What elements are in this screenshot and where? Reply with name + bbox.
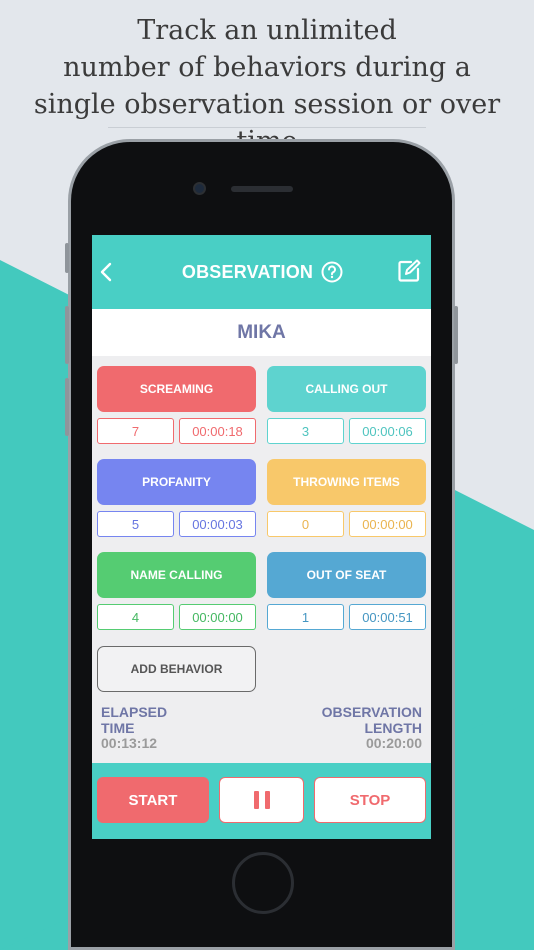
- behavior-duration: 00:00:03: [179, 511, 256, 537]
- volume-up-button: [65, 306, 69, 364]
- behavior-duration: 00:00:06: [349, 418, 426, 444]
- earpiece-speaker: [231, 186, 293, 192]
- front-camera: [193, 182, 206, 195]
- behavior-button-out-of-seat[interactable]: OUT OF SEAT: [267, 552, 426, 598]
- add-behavior-button[interactable]: ADD BEHAVIOR: [97, 646, 256, 692]
- behavior-count: 7: [97, 418, 174, 444]
- elapsed-label-line: ELAPSED: [101, 704, 168, 720]
- length-label-line: OBSERVATION: [321, 704, 422, 720]
- headline-line: Track an unlimited: [137, 15, 397, 46]
- headline: Track an unlimited number of behaviors d…: [0, 12, 534, 160]
- power-button: [454, 306, 458, 364]
- behavior-button-screaming[interactable]: SCREAMING: [97, 366, 256, 412]
- navigation-bar: OBSERVATION: [92, 235, 431, 309]
- behavior-duration: 00:00:51: [349, 604, 426, 630]
- control-bar: START STOP: [92, 763, 431, 839]
- headline-divider: [108, 127, 426, 128]
- question-circle-icon[interactable]: [321, 261, 343, 283]
- elapsed-time-label: ELAPSED TIME: [101, 704, 201, 736]
- behavior-count: 5: [97, 511, 174, 537]
- headline-line: number of behaviors during a: [63, 52, 471, 83]
- edit-note-icon[interactable]: [397, 259, 421, 283]
- behavior-duration: 00:00:00: [179, 604, 256, 630]
- elapsed-label-line: TIME: [101, 720, 135, 736]
- elapsed-time-value: 00:13:12: [101, 735, 158, 751]
- app-screen: OBSERVATION MIKA SCREAMING 7 00:00:18 CA…: [92, 235, 431, 839]
- observation-length-value: 00:20:00: [365, 735, 422, 751]
- behavior-duration: 00:00:18: [179, 418, 256, 444]
- start-button[interactable]: START: [97, 777, 209, 823]
- behavior-button-profanity[interactable]: PROFANITY: [97, 459, 256, 505]
- mute-switch: [65, 243, 69, 273]
- behavior-button-name-calling[interactable]: NAME CALLING: [97, 552, 256, 598]
- behavior-count: 0: [267, 511, 344, 537]
- home-button[interactable]: [232, 852, 294, 914]
- pause-icon: [251, 791, 273, 809]
- page-title: OBSERVATION: [181, 262, 314, 282]
- behavior-button-throwing-items[interactable]: THROWING ITEMS: [267, 459, 426, 505]
- pause-button[interactable]: [219, 777, 304, 823]
- stop-button[interactable]: STOP: [314, 777, 426, 823]
- length-label-line: LENGTH: [364, 720, 422, 736]
- student-name: MIKA: [92, 309, 431, 356]
- observation-length-label: OBSERVATION LENGTH: [302, 704, 422, 736]
- behavior-count: 4: [97, 604, 174, 630]
- volume-down-button: [65, 378, 69, 436]
- behavior-count: 3: [267, 418, 344, 444]
- behavior-button-calling-out[interactable]: CALLING OUT: [267, 366, 426, 412]
- behavior-count: 1: [267, 604, 344, 630]
- behavior-duration: 00:00:00: [349, 511, 426, 537]
